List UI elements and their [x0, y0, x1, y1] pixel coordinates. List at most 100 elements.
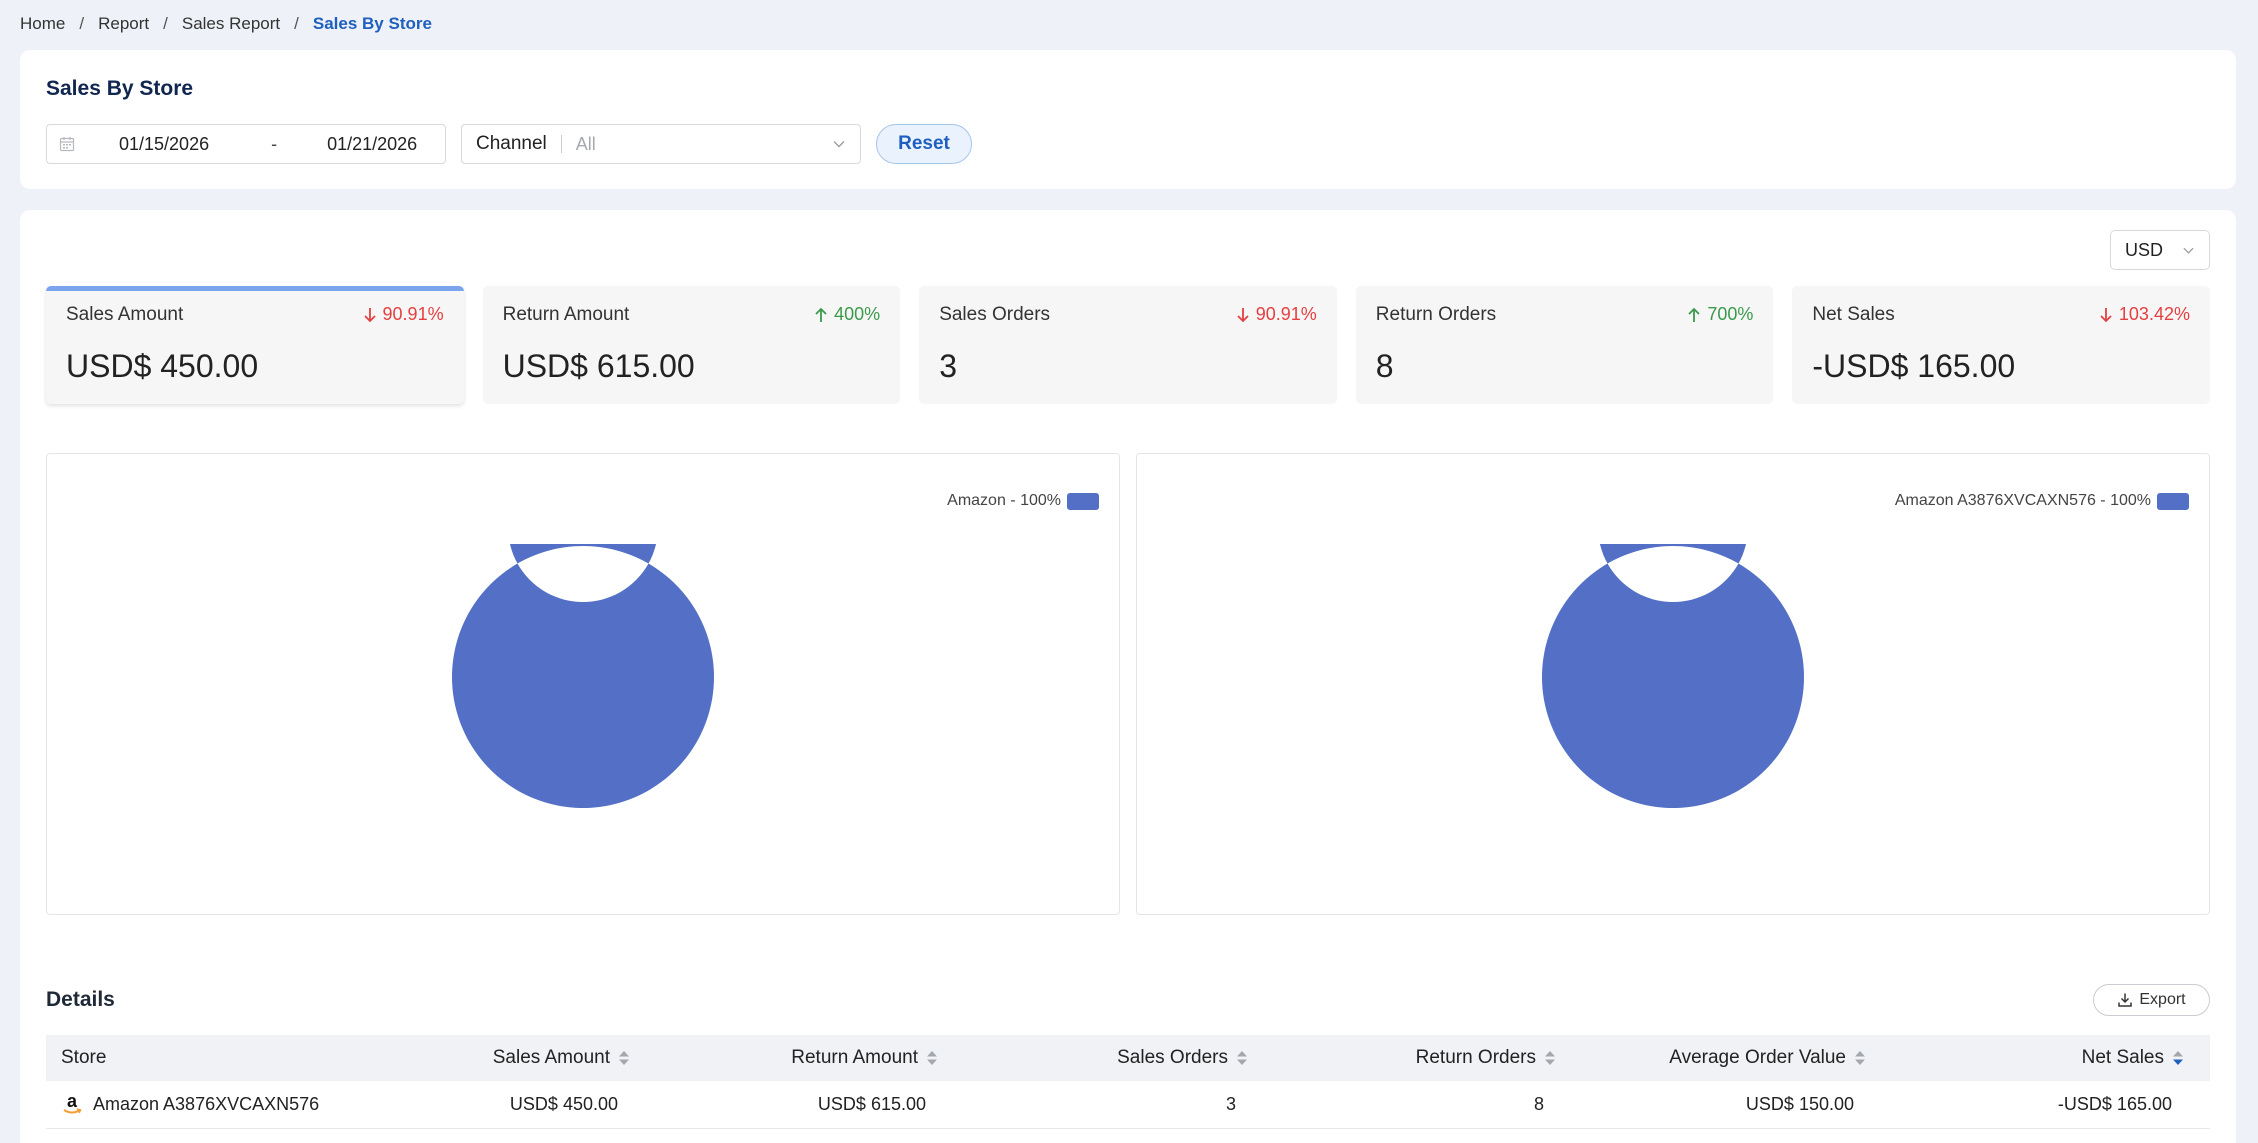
- export-label: Export: [2139, 991, 2186, 1008]
- cell-store: a Amazon A3876XVCAXN576: [46, 1093, 336, 1117]
- metric-change: 700%: [1687, 304, 1753, 325]
- download-icon: [2118, 993, 2133, 1007]
- metric-value: USD$ 450.00: [66, 348, 259, 384]
- metric-change: 400%: [814, 304, 880, 325]
- metric-label: Return Orders: [1375, 304, 1497, 325]
- metric-change-value: 90.91%: [1255, 304, 1317, 324]
- breadcrumb-report[interactable]: Report: [98, 14, 149, 34]
- channel-select[interactable]: Channel All: [461, 124, 861, 164]
- channel-label: Channel: [476, 133, 547, 154]
- column-label: Store: [61, 1047, 107, 1068]
- sort-icon[interactable]: [1854, 1049, 1866, 1067]
- table-row[interactable]: a Amazon A3876XVCAXN576 USD$ 450.00 USD$…: [46, 1081, 2210, 1129]
- table-header: Store Sales Amount Return Amount Sales O…: [46, 1035, 2210, 1081]
- breadcrumb-separator: /: [163, 14, 168, 33]
- metric-value: -USD$ 165.00: [1812, 348, 2016, 384]
- metric-value: USD$ 615.00: [502, 348, 695, 384]
- divider: [560, 135, 562, 153]
- metric-change-value: 400%: [834, 304, 881, 324]
- donut-chart: [1542, 544, 1804, 808]
- calendar-icon: [59, 137, 75, 152]
- currency-select[interactable]: USD: [2110, 230, 2210, 270]
- arrow-up-icon: [1688, 307, 1700, 322]
- chart-legend[interactable]: Amazon A3876XVCAXN576 - 100%: [1895, 492, 2189, 510]
- metric-change-value: 103.42%: [2118, 304, 2190, 324]
- breadcrumb-separator: /: [294, 14, 299, 33]
- export-button[interactable]: Export: [2093, 984, 2210, 1016]
- donut-slice-amazon-a3876xvcaxn576[interactable]: [1542, 544, 1804, 808]
- chevron-down-icon: [833, 141, 845, 148]
- column-label: Sales Orders: [1117, 1047, 1228, 1068]
- amazon-icon: a: [63, 1093, 82, 1113]
- column-header-sales-orders[interactable]: Sales Orders: [954, 1047, 1264, 1069]
- legend-swatch: [2157, 492, 2189, 510]
- breadcrumb-separator: /: [79, 14, 85, 33]
- date-separator: -: [271, 133, 278, 154]
- arrow-down-icon: [1237, 307, 1249, 322]
- column-header-net-sales[interactable]: Net Sales: [1882, 1047, 2200, 1069]
- breadcrumb-home[interactable]: Home: [20, 14, 65, 34]
- legend-label: Amazon - 100%: [947, 492, 1061, 509]
- metric-label: Net Sales: [1812, 304, 1895, 325]
- metric-sales-orders[interactable]: Sales Orders 90.91% 3: [919, 286, 1337, 404]
- cell-average-order-value: USD$ 150.00: [1745, 1094, 1854, 1114]
- column-header-store: Store: [46, 1047, 336, 1069]
- metric-return-orders[interactable]: Return Orders 700% 8: [1355, 286, 1774, 404]
- cell-return-orders: 8: [1533, 1094, 1544, 1114]
- arrow-up-icon: [815, 307, 827, 322]
- column-label: Average Order Value: [1669, 1047, 1846, 1068]
- metric-change-value: 90.91%: [382, 304, 444, 324]
- cell-sales-orders: 3: [1225, 1094, 1236, 1114]
- store-name: Amazon A3876XVCAXN576: [93, 1094, 320, 1114]
- channel-donut-chart: Amazon - 100%: [46, 453, 1120, 915]
- metric-change-value: 700%: [1707, 304, 1754, 324]
- chevron-down-icon: [2183, 247, 2194, 254]
- metric-label: Return Amount: [502, 304, 630, 325]
- column-header-return-amount[interactable]: Return Amount: [646, 1047, 954, 1069]
- metric-change: 90.91%: [1236, 304, 1317, 325]
- breadcrumb-sales-report[interactable]: Sales Report: [182, 14, 280, 34]
- sort-desc-icon[interactable]: [2172, 1049, 2184, 1067]
- metric-return-amount[interactable]: Return Amount 400% USD$ 615.00: [482, 286, 901, 404]
- donut-slice-amazon[interactable]: [452, 544, 714, 808]
- sort-icon[interactable]: [1544, 1049, 1556, 1067]
- arrow-down-icon: [363, 307, 376, 322]
- donut-chart: [452, 544, 714, 808]
- cell-sales-amount: USD$ 450.00: [509, 1094, 618, 1114]
- cell-return-amount: USD$ 615.00: [817, 1094, 926, 1114]
- date-range-picker[interactable]: 01/15/2026 - 01/21/2026: [46, 124, 446, 164]
- metrics-row: Sales Amount 90.91% USD$ 450.00 Return A…: [46, 286, 2210, 404]
- column-label: Return Orders: [1415, 1047, 1536, 1068]
- sort-icon[interactable]: [1236, 1049, 1248, 1067]
- column-label: Sales Amount: [492, 1047, 610, 1068]
- legend-label: Amazon A3876XVCAXN576 - 100%: [1894, 492, 2151, 509]
- column-header-sales-amount[interactable]: Sales Amount: [336, 1047, 646, 1069]
- sort-icon[interactable]: [618, 1049, 630, 1067]
- column-header-return-orders[interactable]: Return Orders: [1264, 1047, 1572, 1069]
- column-label: Net Sales: [2081, 1047, 2164, 1068]
- main-card: USD Sales Amount 90.91% USD$ 450.00 Retu…: [20, 210, 2236, 1143]
- metric-label: Sales Orders: [939, 304, 1051, 325]
- metric-change: 103.42%: [2099, 304, 2190, 325]
- metric-value: 3: [939, 348, 957, 384]
- date-end[interactable]: 01/21/2026: [327, 134, 417, 155]
- currency-value: USD: [2125, 239, 2164, 260]
- cell-net-sales: -USD$ 165.00: [2057, 1094, 2172, 1114]
- reset-button[interactable]: Reset: [876, 124, 972, 164]
- breadcrumb-current: Sales By Store: [312, 14, 432, 33]
- metric-sales-amount[interactable]: Sales Amount 90.91% USD$ 450.00: [46, 286, 464, 404]
- column-label: Return Amount: [791, 1047, 918, 1068]
- channel-value: All: [575, 133, 596, 154]
- sort-icon[interactable]: [926, 1049, 938, 1067]
- store-donut-chart: Amazon A3876XVCAXN576 - 100%: [1136, 453, 2210, 915]
- metric-net-sales[interactable]: Net Sales 103.42% -USD$ 165.00: [1792, 286, 2210, 404]
- date-start[interactable]: 01/15/2026: [119, 134, 209, 155]
- details-table: Store Sales Amount Return Amount Sales O…: [46, 1035, 2210, 1129]
- arrow-down-icon: [2100, 307, 2112, 322]
- breadcrumb: Home / Report / Sales Report / Sales By …: [20, 14, 432, 34]
- details-title: Details: [46, 988, 115, 1011]
- chart-legend[interactable]: Amazon - 100%: [947, 492, 1099, 510]
- legend-swatch: [1067, 492, 1099, 510]
- metric-label: Sales Amount: [66, 304, 184, 325]
- column-header-average-order-value[interactable]: Average Order Value: [1572, 1047, 1882, 1069]
